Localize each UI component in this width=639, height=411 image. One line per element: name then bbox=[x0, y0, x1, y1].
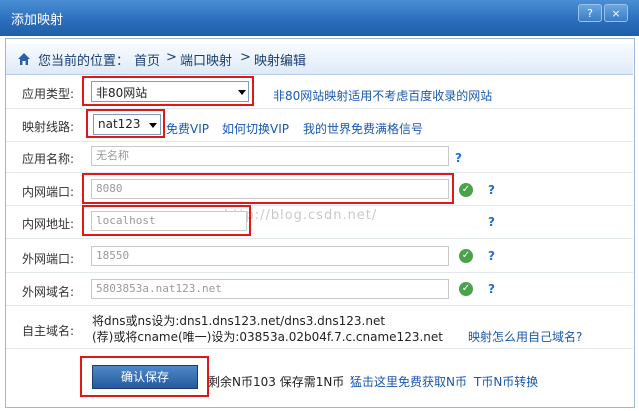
breadcrumb-sep-2: > bbox=[240, 50, 251, 65]
route-label: 映射线路: bbox=[22, 120, 75, 134]
highlight-box-save bbox=[80, 356, 209, 397]
app-type-label: 应用类型: bbox=[22, 87, 75, 101]
breadcrumb-port-mapping[interactable]: 端口映射 bbox=[180, 50, 232, 69]
help-button-label: ? bbox=[587, 7, 593, 20]
app-type-note: 非80网站映射适用不考虑百度收录的网站 bbox=[273, 89, 493, 103]
highlight-box-app-type bbox=[82, 76, 254, 106]
highlight-box-route bbox=[86, 109, 165, 138]
free-vip-link[interactable]: 免费VIP bbox=[166, 120, 209, 137]
help-button[interactable]: ? bbox=[578, 4, 602, 22]
check-icon: ✓ bbox=[459, 282, 473, 296]
wan-domain-label: 外网域名: bbox=[22, 285, 75, 299]
add-mapping-window: 添加映射 ? × 您当前的位置： 首页 > 端口映射 > 映射编辑 应用类型: … bbox=[0, 0, 639, 411]
wan-domain-value: 5803853a.nat123.net bbox=[96, 282, 222, 295]
highlight-box-lan-addr bbox=[82, 205, 251, 236]
lan-port-label: 内网端口: bbox=[22, 185, 75, 199]
custom-domain-label: 自主域名: bbox=[22, 324, 75, 338]
custom-domain-cname-hint: (荐)或将cname(唯一)设为:03853a.02b04f.7.c.cname… bbox=[92, 330, 443, 344]
custom-domain-help-link[interactable]: 映射怎么用自己域名? bbox=[468, 328, 582, 345]
breadcrumb: 您当前的位置： 首页 > 端口映射 > 映射编辑 bbox=[6, 44, 633, 75]
wan-port-label: 外网端口: bbox=[22, 252, 75, 266]
question-icon[interactable]: ? bbox=[488, 282, 495, 296]
row-divider bbox=[6, 348, 633, 349]
minecraft-signal-link[interactable]: 我的世界免费满格信号 bbox=[303, 120, 423, 137]
question-icon[interactable]: ? bbox=[488, 215, 495, 229]
coin-balance-text: 剩余N币103 保存需1N币 bbox=[208, 375, 345, 389]
breadcrumb-prefix: 您当前的位置： bbox=[38, 54, 130, 69]
title-bar: 添加映射 ? × bbox=[0, 0, 639, 36]
wan-domain-input[interactable]: 5803853a.nat123.net bbox=[91, 279, 449, 299]
row-divider bbox=[6, 238, 633, 239]
custom-domain-dns-hint: 将dns或ns设为:dns1.dns123.net/dns3.dns123.ne… bbox=[92, 314, 386, 328]
breadcrumb-mapping-edit: 映射编辑 bbox=[254, 54, 307, 69]
switch-vip-link[interactable]: 如何切换VIP bbox=[222, 120, 289, 137]
app-name-label: 应用名称: bbox=[22, 152, 75, 166]
close-icon: × bbox=[611, 7, 621, 20]
wan-port-value: 18550 bbox=[96, 249, 130, 262]
home-icon bbox=[18, 53, 30, 65]
app-name-input[interactable]: 无名称 bbox=[91, 146, 449, 166]
breadcrumb-sep-1: > bbox=[166, 50, 177, 65]
check-icon: ✓ bbox=[459, 183, 473, 197]
close-button[interactable]: × bbox=[604, 4, 628, 22]
breadcrumb-home-link[interactable]: 首页 bbox=[134, 50, 160, 69]
question-icon[interactable]: ? bbox=[488, 249, 495, 263]
window-title: 添加映射 bbox=[11, 13, 64, 28]
row-divider bbox=[6, 272, 633, 273]
get-free-coins-link[interactable]: 猛击这里免费获取N币 bbox=[350, 373, 467, 390]
row-divider bbox=[6, 305, 633, 306]
app-name-placeholder: 无名称 bbox=[96, 149, 129, 162]
check-icon: ✓ bbox=[459, 249, 473, 263]
lan-addr-label: 内网地址: bbox=[22, 217, 75, 231]
row-divider bbox=[6, 141, 633, 142]
wan-port-input[interactable]: 18550 bbox=[91, 246, 449, 266]
highlight-box-lan-port bbox=[82, 173, 454, 204]
question-icon[interactable]: ? bbox=[455, 151, 462, 165]
question-icon[interactable]: ? bbox=[488, 183, 495, 197]
coin-convert-link[interactable]: T币N币转换 bbox=[474, 373, 538, 390]
